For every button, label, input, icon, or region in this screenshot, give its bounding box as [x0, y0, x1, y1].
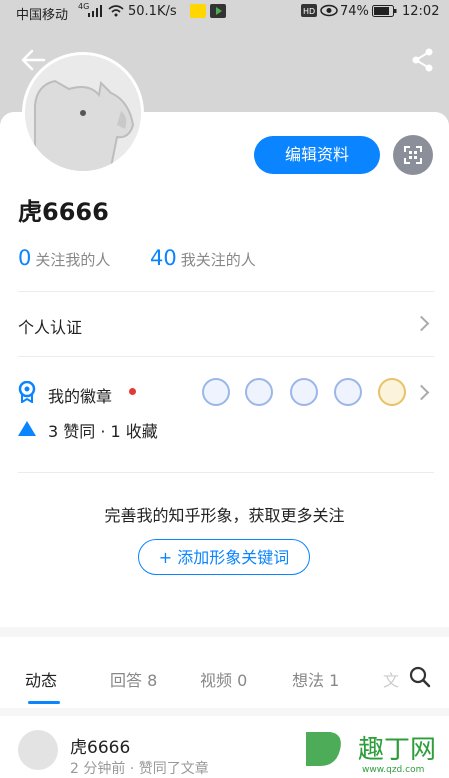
feed-activity-meta: 2 分钟前 · 赞同了文章: [70, 761, 209, 777]
medal-icon: [18, 381, 36, 403]
tab-articles[interactable]: 文: [383, 667, 399, 691]
certification-row[interactable]: 个人认证: [18, 314, 82, 338]
tabs-divider: [0, 708, 449, 716]
tab-answers[interactable]: 回答 8: [110, 667, 157, 691]
status-bar: 中国移动 4G 50.1K/s HD 74% 12:02: [0, 0, 449, 24]
followers-stat[interactable]: 0 关注我的人: [18, 246, 110, 270]
battery-icon: [372, 5, 397, 17]
active-tab-indicator: [28, 701, 60, 704]
badge-2-icon[interactable]: [245, 378, 273, 406]
divider: [18, 291, 434, 292]
clock: 12:02: [402, 4, 440, 19]
tab-activity[interactable]: 动态: [25, 667, 57, 691]
upvote-icon: [18, 421, 36, 436]
feed-user-name[interactable]: 虎6666: [70, 733, 130, 758]
qr-code-button[interactable]: [393, 135, 433, 175]
network-speed: 50.1K/s: [128, 4, 177, 19]
battery-percent: 74%: [340, 4, 369, 19]
tab-videos[interactable]: 视频 0: [200, 667, 247, 691]
upvote-collect-stats: 3 赞同 · 1 收藏: [48, 422, 158, 441]
badge-3-icon[interactable]: [290, 378, 318, 406]
watermark-text: 趣丁网: [358, 735, 436, 765]
profile-cta-text: 完善我的知乎形象，获取更多关注: [104, 506, 345, 525]
feed-avatar[interactable]: [18, 730, 58, 770]
avatar[interactable]: [22, 52, 144, 174]
svg-text:HD: HD: [303, 7, 315, 16]
following-stat[interactable]: 40 我关注的人: [150, 246, 256, 270]
carrier: 中国移动: [16, 8, 69, 23]
share-icon[interactable]: [411, 48, 435, 72]
following-label: 我关注的人: [180, 251, 256, 269]
badge-red-dot: [129, 388, 136, 395]
badges-label[interactable]: 我的徽章: [48, 383, 112, 407]
watermark-logo: 趣丁网 www.qzd.com: [306, 732, 436, 774]
section-gap: [0, 627, 449, 637]
app-notification-icons: [190, 4, 226, 18]
add-keywords-button[interactable]: + 添加形象关键词: [138, 539, 310, 575]
signal-icon: [88, 5, 102, 17]
divider: [18, 472, 434, 473]
user-name: 虎6666: [18, 198, 109, 226]
badge-5-icon[interactable]: [378, 378, 406, 406]
watermark-url: www.qzd.com: [362, 765, 424, 774]
following-count: 40: [150, 246, 177, 270]
hd-icon: HD: [301, 4, 317, 17]
divider: [18, 356, 434, 357]
badge-1-icon[interactable]: [202, 378, 230, 406]
eye-comfort-icon: [320, 4, 338, 17]
qr-scan-icon: [404, 146, 422, 164]
wifi-icon: [108, 5, 124, 17]
followers-label: 关注我的人: [35, 251, 111, 269]
tab-thoughts[interactable]: 想法 1: [292, 667, 339, 691]
search-icon[interactable]: [409, 666, 431, 688]
badge-4-icon[interactable]: [334, 378, 362, 406]
followers-count: 0: [18, 246, 32, 270]
edit-profile-button[interactable]: 编辑资料: [254, 136, 380, 174]
